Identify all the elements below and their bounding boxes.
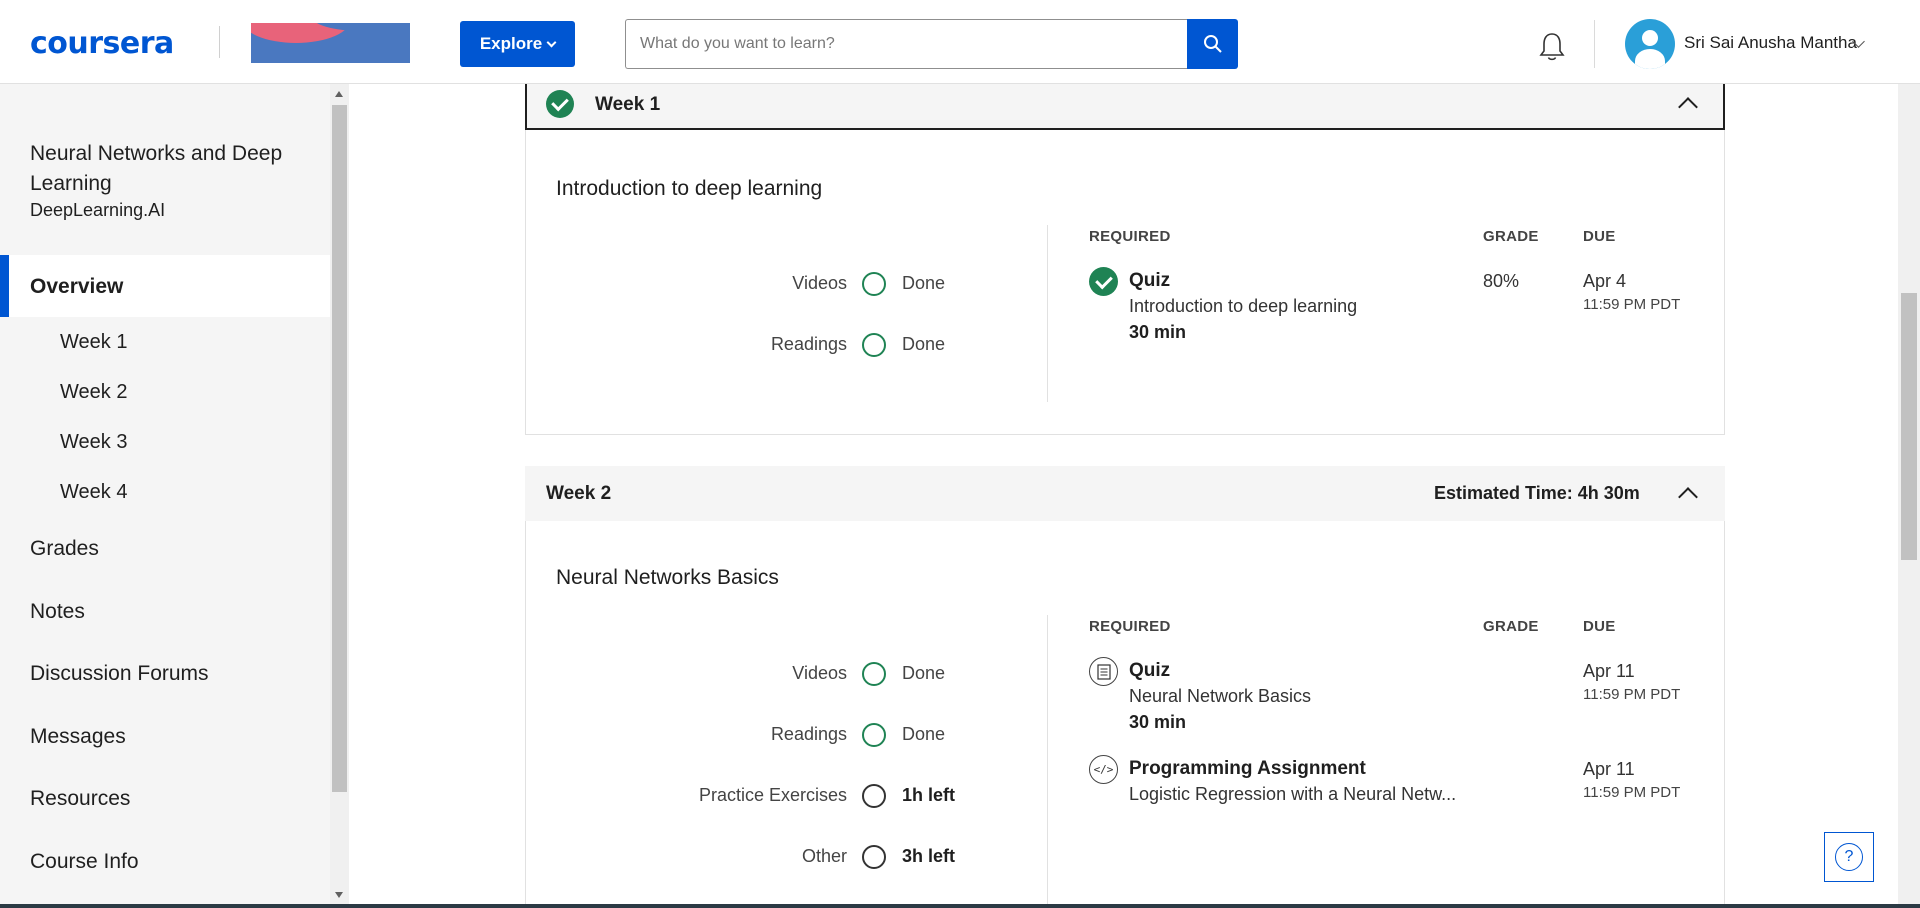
header-divider	[1594, 20, 1595, 68]
item-due-time: 11:59 PM PDT	[1583, 686, 1681, 703]
progress-label-videos: Videos	[792, 273, 847, 293]
item-due-date: Apr 11	[1583, 759, 1635, 779]
column-header-due: DUE	[1583, 228, 1616, 245]
logo-divider	[219, 26, 220, 58]
partner-logo	[251, 23, 410, 63]
notification-bell-icon[interactable]	[1535, 30, 1569, 64]
sidebar-item-messages[interactable]: Messages	[30, 725, 126, 749]
sidebar-item-discussion-forums[interactable]: Discussion Forums	[30, 662, 209, 686]
progress-label-other: Other	[801, 846, 847, 866]
progress-circle-icon	[862, 272, 886, 296]
quiz-icon	[1089, 657, 1118, 686]
sidebar-item-notes[interactable]: Notes	[30, 600, 85, 624]
main-scrollbar-thumb[interactable]	[1901, 293, 1917, 560]
progress-status: Done	[902, 273, 946, 293]
progress-status: Done	[902, 724, 946, 744]
progress-circle-icon	[862, 845, 886, 869]
progress-label-readings: Readings	[770, 334, 847, 354]
sidebar-item-week-4[interactable]: Week 4	[60, 481, 127, 504]
item-type[interactable]: Quiz	[1129, 660, 1170, 682]
progress-circle-icon	[862, 723, 886, 747]
sidebar-item-overview[interactable]: Overview	[0, 255, 330, 317]
avatar[interactable]	[1625, 19, 1675, 69]
progress-status: Done	[902, 663, 946, 683]
estimated-time: Estimated Time: 4h 30m	[1434, 483, 1640, 503]
item-type[interactable]: Programming Assignment	[1129, 758, 1366, 780]
search-icon	[1203, 35, 1222, 53]
sidebar-item-week-1[interactable]: Week 1	[60, 331, 127, 354]
progress-circle-icon	[862, 333, 886, 357]
explore-button[interactable]: Explore	[460, 21, 575, 67]
sidebar-item-resources[interactable]: Resources	[30, 787, 130, 811]
section-title[interactable]: Introduction to deep learning	[556, 177, 822, 201]
check-circle-icon	[546, 90, 574, 118]
item-due-time: 11:59 PM PDT	[1583, 784, 1681, 801]
item-due-time: 11:59 PM PDT	[1583, 296, 1681, 313]
sidebar-item-week-3[interactable]: Week 3	[60, 431, 127, 454]
scroll-up-arrow-icon[interactable]	[335, 91, 343, 97]
chevron-down-icon	[546, 37, 557, 48]
item-due-date: Apr 4	[1583, 271, 1627, 291]
item-name[interactable]: Introduction to deep learning	[1129, 296, 1357, 317]
help-icon: ?	[1835, 843, 1863, 871]
column-header-required: REQUIRED	[1089, 618, 1171, 635]
item-name[interactable]: Neural Network Basics	[1129, 686, 1311, 707]
item-due-date: Apr 11	[1583, 661, 1635, 681]
week-1-title[interactable]: Week 1	[595, 94, 660, 116]
sidebar-item-label: Overview	[30, 275, 124, 298]
help-button[interactable]: ?	[1824, 832, 1874, 882]
sidebar-item-grades[interactable]: Grades	[30, 537, 99, 561]
code-icon: </>	[1089, 755, 1118, 784]
course-sidebar: Neural Networks and Deep Learning DeepLe…	[0, 84, 330, 906]
search-input[interactable]	[625, 19, 1188, 69]
taskbar-edge	[0, 904, 1920, 908]
item-duration: 30 min	[1129, 322, 1187, 342]
scroll-down-arrow-icon[interactable]	[335, 892, 343, 898]
progress-label-videos: Videos	[792, 663, 847, 683]
item-type[interactable]: Quiz	[1129, 270, 1170, 292]
course-title[interactable]: Neural Networks and Deep Learning	[30, 139, 300, 199]
progress-status: 1h left	[902, 785, 956, 805]
progress-circle-icon	[862, 784, 886, 808]
progress-status: Done	[902, 334, 946, 354]
check-circle-icon	[1089, 267, 1118, 296]
section-title[interactable]: Neural Networks Basics	[556, 566, 779, 590]
search-button[interactable]	[1187, 19, 1238, 69]
column-header-required: REQUIRED	[1089, 228, 1171, 245]
column-header-grade: GRADE	[1483, 618, 1539, 635]
progress-label-readings: Readings	[770, 724, 847, 744]
column-header-grade: GRADE	[1483, 228, 1539, 245]
item-duration: 30 min	[1129, 712, 1187, 732]
week-2-title[interactable]: Week 2	[546, 483, 611, 505]
item-name[interactable]: Logistic Regression with a Neural Netw..…	[1129, 784, 1456, 805]
top-header: coursera Explore Sri Sai Anusha Mantha	[0, 0, 1920, 84]
course-org: DeepLearning.AI	[30, 200, 166, 220]
sidebar-item-week-2[interactable]: Week 2	[60, 381, 127, 404]
item-grade: 80%	[1483, 271, 1520, 291]
column-header-due: DUE	[1583, 618, 1616, 635]
progress-status: 3h left	[902, 846, 956, 866]
sidebar-scrollbar-thumb[interactable]	[332, 105, 347, 792]
column-divider	[1047, 225, 1048, 402]
sidebar-item-course-info[interactable]: Course Info	[30, 850, 139, 874]
progress-circle-icon	[862, 662, 886, 686]
explore-label: Explore	[479, 34, 543, 53]
coursera-logo[interactable]: coursera	[30, 26, 174, 61]
progress-label-practice-exercises: Practice Exercises	[698, 785, 847, 805]
user-name[interactable]: Sri Sai Anusha Mantha	[1684, 33, 1857, 53]
column-divider	[1047, 615, 1048, 908]
